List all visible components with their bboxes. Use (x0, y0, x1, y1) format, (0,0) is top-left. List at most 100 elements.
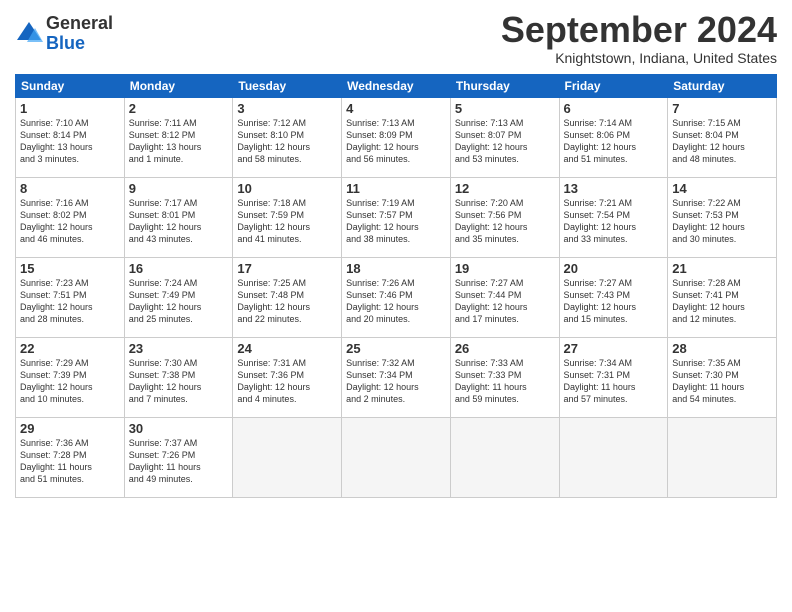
day-number: 23 (129, 341, 229, 356)
day-info: Sunrise: 7:11 AMSunset: 8:12 PMDaylight:… (129, 117, 229, 166)
table-row: 8Sunrise: 7:16 AMSunset: 8:02 PMDaylight… (16, 177, 125, 257)
table-row: 6Sunrise: 7:14 AMSunset: 8:06 PMDaylight… (559, 97, 668, 177)
day-number: 15 (20, 261, 120, 276)
title-block: September 2024 Knightstown, Indiana, Uni… (501, 10, 777, 66)
table-row: 14Sunrise: 7:22 AMSunset: 7:53 PMDayligh… (668, 177, 777, 257)
table-row: 25Sunrise: 7:32 AMSunset: 7:34 PMDayligh… (342, 337, 451, 417)
table-row: 19Sunrise: 7:27 AMSunset: 7:44 PMDayligh… (450, 257, 559, 337)
day-info: Sunrise: 7:31 AMSunset: 7:36 PMDaylight:… (237, 357, 337, 406)
th-sunday: Sunday (16, 74, 125, 97)
day-number: 1 (20, 101, 120, 116)
day-info: Sunrise: 7:19 AMSunset: 7:57 PMDaylight:… (346, 197, 446, 246)
day-info: Sunrise: 7:18 AMSunset: 7:59 PMDaylight:… (237, 197, 337, 246)
table-row (668, 417, 777, 497)
day-number: 8 (20, 181, 120, 196)
day-number: 24 (237, 341, 337, 356)
table-row: 22Sunrise: 7:29 AMSunset: 7:39 PMDayligh… (16, 337, 125, 417)
day-info: Sunrise: 7:17 AMSunset: 8:01 PMDaylight:… (129, 197, 229, 246)
day-info: Sunrise: 7:29 AMSunset: 7:39 PMDaylight:… (20, 357, 120, 406)
day-number: 26 (455, 341, 555, 356)
day-number: 28 (672, 341, 772, 356)
table-row: 30Sunrise: 7:37 AMSunset: 7:26 PMDayligh… (124, 417, 233, 497)
table-row: 18Sunrise: 7:26 AMSunset: 7:46 PMDayligh… (342, 257, 451, 337)
th-tuesday: Tuesday (233, 74, 342, 97)
day-number: 27 (564, 341, 664, 356)
month-title: September 2024 (501, 10, 777, 50)
th-monday: Monday (124, 74, 233, 97)
th-thursday: Thursday (450, 74, 559, 97)
day-info: Sunrise: 7:27 AMSunset: 7:43 PMDaylight:… (564, 277, 664, 326)
day-info: Sunrise: 7:28 AMSunset: 7:41 PMDaylight:… (672, 277, 772, 326)
table-row: 26Sunrise: 7:33 AMSunset: 7:33 PMDayligh… (450, 337, 559, 417)
day-info: Sunrise: 7:24 AMSunset: 7:49 PMDaylight:… (129, 277, 229, 326)
day-info: Sunrise: 7:13 AMSunset: 8:07 PMDaylight:… (455, 117, 555, 166)
calendar-week: 22Sunrise: 7:29 AMSunset: 7:39 PMDayligh… (16, 337, 777, 417)
table-row (450, 417, 559, 497)
calendar-page: General Blue September 2024 Knightstown,… (0, 0, 792, 612)
table-row: 24Sunrise: 7:31 AMSunset: 7:36 PMDayligh… (233, 337, 342, 417)
table-row: 11Sunrise: 7:19 AMSunset: 7:57 PMDayligh… (342, 177, 451, 257)
day-number: 3 (237, 101, 337, 116)
day-number: 25 (346, 341, 446, 356)
day-number: 22 (20, 341, 120, 356)
logo: General Blue (15, 14, 113, 54)
logo-line1: General (46, 13, 113, 33)
table-row: 13Sunrise: 7:21 AMSunset: 7:54 PMDayligh… (559, 177, 668, 257)
calendar-week: 1Sunrise: 7:10 AMSunset: 8:14 PMDaylight… (16, 97, 777, 177)
calendar-table: Sunday Monday Tuesday Wednesday Thursday… (15, 74, 777, 498)
th-saturday: Saturday (668, 74, 777, 97)
day-info: Sunrise: 7:22 AMSunset: 7:53 PMDaylight:… (672, 197, 772, 246)
table-row (342, 417, 451, 497)
day-info: Sunrise: 7:10 AMSunset: 8:14 PMDaylight:… (20, 117, 120, 166)
table-row: 2Sunrise: 7:11 AMSunset: 8:12 PMDaylight… (124, 97, 233, 177)
logo-icon (15, 20, 43, 48)
day-number: 29 (20, 421, 120, 436)
calendar-week: 15Sunrise: 7:23 AMSunset: 7:51 PMDayligh… (16, 257, 777, 337)
table-row: 4Sunrise: 7:13 AMSunset: 8:09 PMDaylight… (342, 97, 451, 177)
day-info: Sunrise: 7:12 AMSunset: 8:10 PMDaylight:… (237, 117, 337, 166)
day-info: Sunrise: 7:30 AMSunset: 7:38 PMDaylight:… (129, 357, 229, 406)
table-row: 15Sunrise: 7:23 AMSunset: 7:51 PMDayligh… (16, 257, 125, 337)
day-info: Sunrise: 7:32 AMSunset: 7:34 PMDaylight:… (346, 357, 446, 406)
day-number: 16 (129, 261, 229, 276)
day-number: 10 (237, 181, 337, 196)
day-number: 7 (672, 101, 772, 116)
th-wednesday: Wednesday (342, 74, 451, 97)
day-info: Sunrise: 7:14 AMSunset: 8:06 PMDaylight:… (564, 117, 664, 166)
day-info: Sunrise: 7:23 AMSunset: 7:51 PMDaylight:… (20, 277, 120, 326)
day-info: Sunrise: 7:35 AMSunset: 7:30 PMDaylight:… (672, 357, 772, 406)
calendar-week: 29Sunrise: 7:36 AMSunset: 7:28 PMDayligh… (16, 417, 777, 497)
table-row: 21Sunrise: 7:28 AMSunset: 7:41 PMDayligh… (668, 257, 777, 337)
header-row: Sunday Monday Tuesday Wednesday Thursday… (16, 74, 777, 97)
day-info: Sunrise: 7:27 AMSunset: 7:44 PMDaylight:… (455, 277, 555, 326)
table-row: 1Sunrise: 7:10 AMSunset: 8:14 PMDaylight… (16, 97, 125, 177)
table-row: 29Sunrise: 7:36 AMSunset: 7:28 PMDayligh… (16, 417, 125, 497)
day-info: Sunrise: 7:20 AMSunset: 7:56 PMDaylight:… (455, 197, 555, 246)
day-info: Sunrise: 7:25 AMSunset: 7:48 PMDaylight:… (237, 277, 337, 326)
day-number: 14 (672, 181, 772, 196)
day-info: Sunrise: 7:36 AMSunset: 7:28 PMDaylight:… (20, 437, 120, 486)
day-number: 30 (129, 421, 229, 436)
day-info: Sunrise: 7:37 AMSunset: 7:26 PMDaylight:… (129, 437, 229, 486)
day-number: 9 (129, 181, 229, 196)
day-info: Sunrise: 7:13 AMSunset: 8:09 PMDaylight:… (346, 117, 446, 166)
day-info: Sunrise: 7:16 AMSunset: 8:02 PMDaylight:… (20, 197, 120, 246)
table-row: 17Sunrise: 7:25 AMSunset: 7:48 PMDayligh… (233, 257, 342, 337)
table-row: 10Sunrise: 7:18 AMSunset: 7:59 PMDayligh… (233, 177, 342, 257)
table-row: 5Sunrise: 7:13 AMSunset: 8:07 PMDaylight… (450, 97, 559, 177)
day-info: Sunrise: 7:34 AMSunset: 7:31 PMDaylight:… (564, 357, 664, 406)
calendar-week: 8Sunrise: 7:16 AMSunset: 8:02 PMDaylight… (16, 177, 777, 257)
location: Knightstown, Indiana, United States (501, 50, 777, 66)
table-row: 27Sunrise: 7:34 AMSunset: 7:31 PMDayligh… (559, 337, 668, 417)
table-row: 20Sunrise: 7:27 AMSunset: 7:43 PMDayligh… (559, 257, 668, 337)
day-number: 21 (672, 261, 772, 276)
table-row: 12Sunrise: 7:20 AMSunset: 7:56 PMDayligh… (450, 177, 559, 257)
day-number: 20 (564, 261, 664, 276)
table-row: 3Sunrise: 7:12 AMSunset: 8:10 PMDaylight… (233, 97, 342, 177)
table-row: 28Sunrise: 7:35 AMSunset: 7:30 PMDayligh… (668, 337, 777, 417)
table-row (233, 417, 342, 497)
day-number: 2 (129, 101, 229, 116)
day-number: 5 (455, 101, 555, 116)
table-row: 9Sunrise: 7:17 AMSunset: 8:01 PMDaylight… (124, 177, 233, 257)
th-friday: Friday (559, 74, 668, 97)
